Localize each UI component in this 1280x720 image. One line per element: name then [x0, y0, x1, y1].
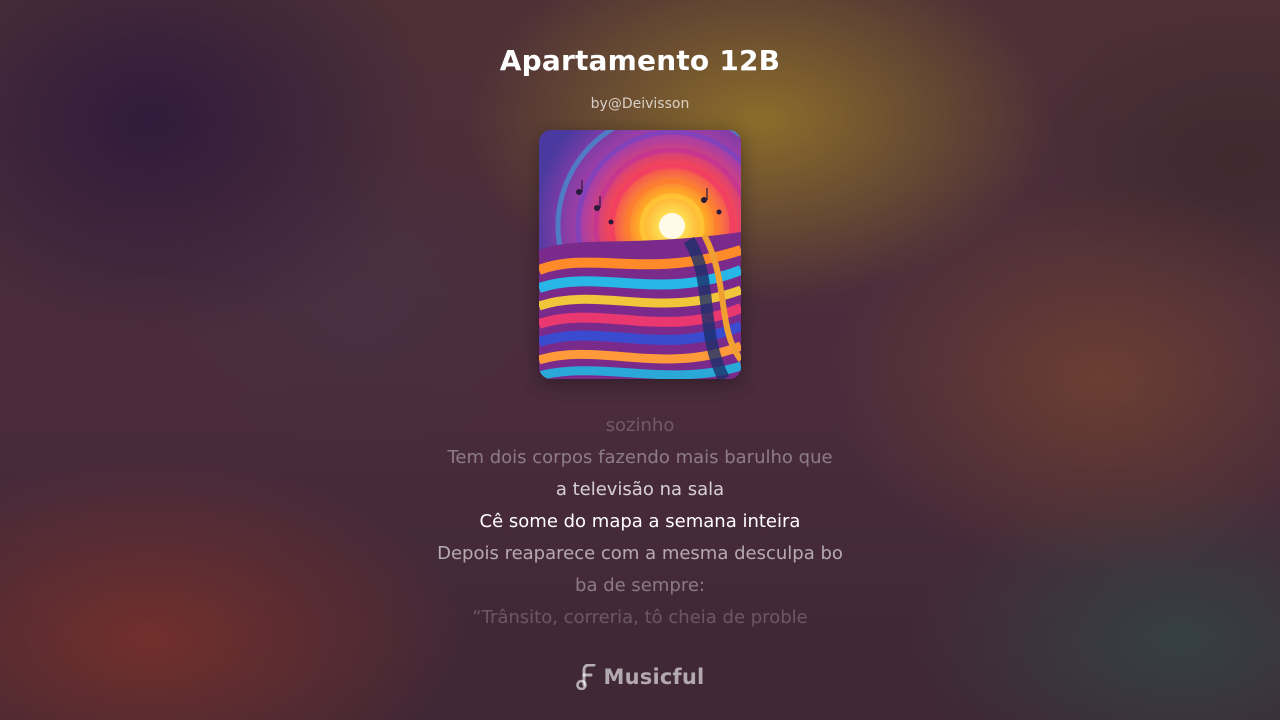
- lyric-line[interactable]: sozinho: [0, 410, 1280, 442]
- brand-logo[interactable]: Musicful: [0, 663, 1280, 691]
- lyric-line[interactable]: a televisão na sala: [0, 474, 1280, 506]
- brand-name: Musicful: [603, 665, 705, 689]
- song-title: Apartamento 12B: [499, 44, 781, 77]
- lyric-line[interactable]: ba de sempre:: [0, 570, 1280, 602]
- lyric-line[interactable]: Tem dois corpos fazendo mais barulho que: [0, 442, 1280, 474]
- album-cover: [539, 130, 741, 379]
- music-note-logo-icon: [575, 663, 598, 691]
- lyric-line[interactable]: Depois reaparece com a mesma desculpa bo: [0, 538, 1280, 570]
- lyrics-panel[interactable]: sozinho Tem dois corpos fazendo mais bar…: [0, 410, 1280, 634]
- album-cover-artwork: [539, 130, 741, 379]
- lyric-line[interactable]: “Trânsito, correria, tô cheia de proble: [0, 602, 1280, 634]
- lyric-line-current[interactable]: Cê some do mapa a semana inteira: [0, 506, 1280, 538]
- song-author: by@Deivisson: [590, 96, 690, 112]
